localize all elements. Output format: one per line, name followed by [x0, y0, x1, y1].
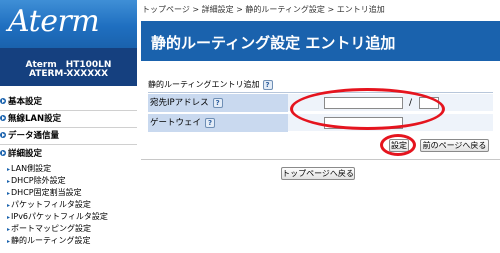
dest-ip-label-cell: 宛先IPアドレス?: [148, 94, 288, 112]
sidebar-item-label: 無線LAN設定: [8, 114, 62, 124]
arrow-right-icon: [0, 150, 6, 156]
sidebar-subitem-ipv6-packet-filter[interactable]: IPv6パケットフィルタ設定: [0, 211, 137, 222]
sidebar-subitem-port-mapping[interactable]: ポートマッピング設定: [0, 223, 137, 234]
help-icon[interactable]: ?: [212, 97, 223, 108]
divider: [0, 110, 137, 111]
sidebar-subitem-dhcp-exclude[interactable]: DHCP除外設定: [0, 175, 137, 186]
sidebar-item-advanced-settings[interactable]: 詳細設定: [0, 147, 137, 161]
gateway-row: ゲートウェイ?: [148, 114, 493, 132]
logo-area: Aterm: [0, 0, 137, 48]
title-bar: 静的ルーティング設定 エントリ追加: [141, 21, 500, 61]
arrow-right-icon: [0, 115, 6, 121]
dest-ip-input[interactable]: [324, 97, 403, 109]
divider: [0, 144, 137, 145]
breadcrumb[interactable]: トップページ > 詳細設定 > 静的ルーティング設定 > エントリ追加: [142, 2, 498, 18]
sidebar-item-label: 詳細設定: [8, 149, 43, 159]
section-heading: 静的ルーティングエントリ追加?: [148, 79, 488, 91]
gateway-label: ゲートウェイ: [150, 118, 202, 128]
section-title: 静的ルーティングエントリ追加: [148, 80, 260, 89]
back-prev-page-button[interactable]: 前のページへ戻る: [420, 139, 489, 152]
back-top-page-button[interactable]: トップページへ戻る: [281, 167, 355, 180]
sidebar: Aterm Aterm HT100LN ATERM-XXXXXX 基本設定 無線…: [0, 0, 137, 253]
divider: [0, 127, 137, 128]
help-icon[interactable]: ?: [262, 79, 273, 90]
sidebar-subitem-packet-filter[interactable]: パケットフィルタ設定: [0, 199, 137, 210]
help-icon[interactable]: ?: [205, 117, 216, 128]
dest-ip-label: 宛先IPアドレス: [150, 98, 209, 108]
sidebar-subitem-lan[interactable]: LAN側設定: [0, 163, 137, 174]
sidebar-subitem-static-routing[interactable]: 静的ルーティング設定: [0, 235, 137, 246]
sidebar-item-label: 基本設定: [8, 97, 43, 107]
arrow-right-icon: [0, 132, 6, 138]
model-info: Aterm HT100LN ATERM-XXXXXX: [0, 48, 137, 86]
gateway-label-cell: ゲートウェイ?: [148, 114, 288, 132]
sidebar-item-basic-settings[interactable]: 基本設定: [0, 95, 137, 109]
dest-ip-row: 宛先IPアドレス?: [148, 94, 493, 112]
subnet-mask-input[interactable]: [419, 97, 439, 109]
device-name: ATERM-XXXXXX: [28, 69, 109, 79]
aterm-logo: Aterm: [8, 4, 100, 39]
sidebar-item-data-usage[interactable]: データ通信量: [0, 129, 137, 143]
arrow-right-icon: [0, 98, 6, 104]
sidebar-item-label: データ通信量: [8, 131, 60, 141]
divider: [141, 159, 500, 160]
sidebar-item-wireless-lan[interactable]: 無線LAN設定: [0, 112, 137, 126]
gateway-input[interactable]: [324, 117, 403, 129]
submit-button[interactable]: 設定: [389, 139, 409, 152]
slash-separator: /: [409, 98, 413, 108]
sidebar-subitem-dhcp-fixed[interactable]: DHCP固定割当設定: [0, 187, 137, 198]
page-title: 静的ルーティング設定 エントリ追加: [151, 34, 396, 52]
divider: [148, 92, 493, 93]
